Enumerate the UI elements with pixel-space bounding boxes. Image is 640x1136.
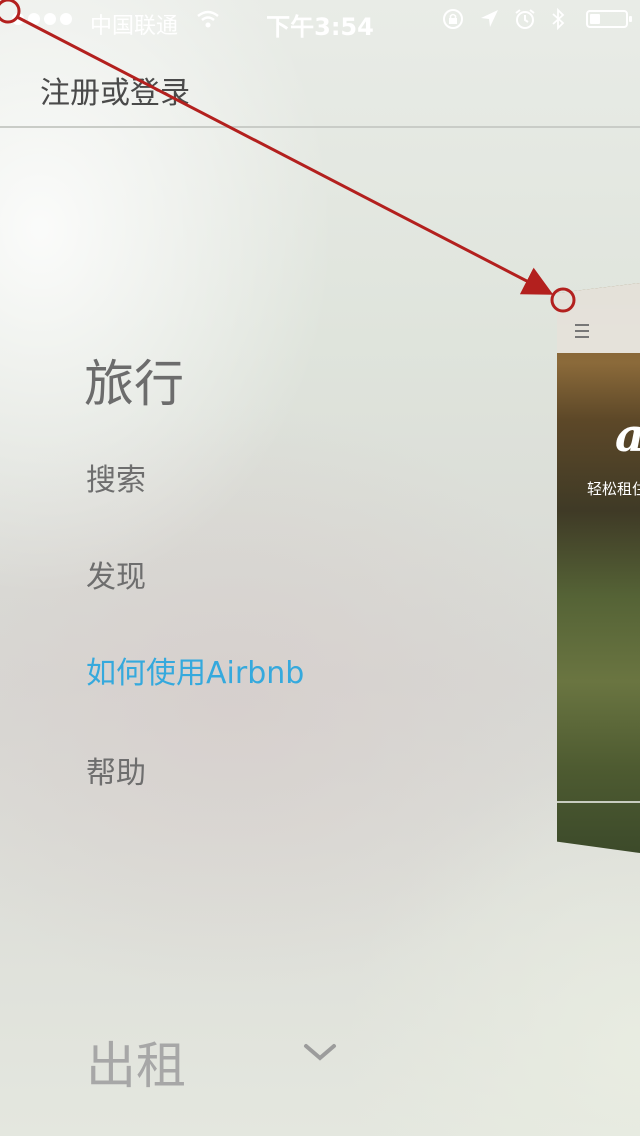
menu-item-discover[interactable]: 发现 [86, 552, 146, 596]
status-bar: 中国联通 下午3:54 [0, 0, 640, 41]
hamburger-icon[interactable] [575, 323, 589, 339]
battery-icon [586, 10, 632, 28]
travel-heading: 旅行 [84, 355, 184, 413]
rotation-lock-icon [442, 8, 464, 30]
preview-tagline: 轻松租住 [587, 480, 640, 498]
header: 注册或登录 [0, 40, 640, 128]
host-heading[interactable]: 出租 [86, 1026, 186, 1098]
sign-in-or-register-link[interactable]: 注册或登录 [40, 68, 190, 112]
alarm-icon [514, 8, 536, 30]
main-screen-preview[interactable]: a 轻松租住 [557, 283, 640, 853]
airbnb-logo: a [615, 408, 640, 462]
menu-item-help[interactable]: 帮助 [86, 748, 146, 792]
bluetooth-icon [550, 7, 572, 31]
location-arrow-icon [478, 8, 500, 30]
battery-level [590, 14, 600, 24]
preview-topbar [557, 283, 640, 353]
menu-item-search[interactable]: 搜索 [86, 455, 146, 499]
menu-item-how-to-use[interactable]: 如何使用Airbnb [86, 648, 304, 692]
preview-divider [557, 801, 640, 803]
chevron-down-icon[interactable] [302, 1040, 338, 1064]
